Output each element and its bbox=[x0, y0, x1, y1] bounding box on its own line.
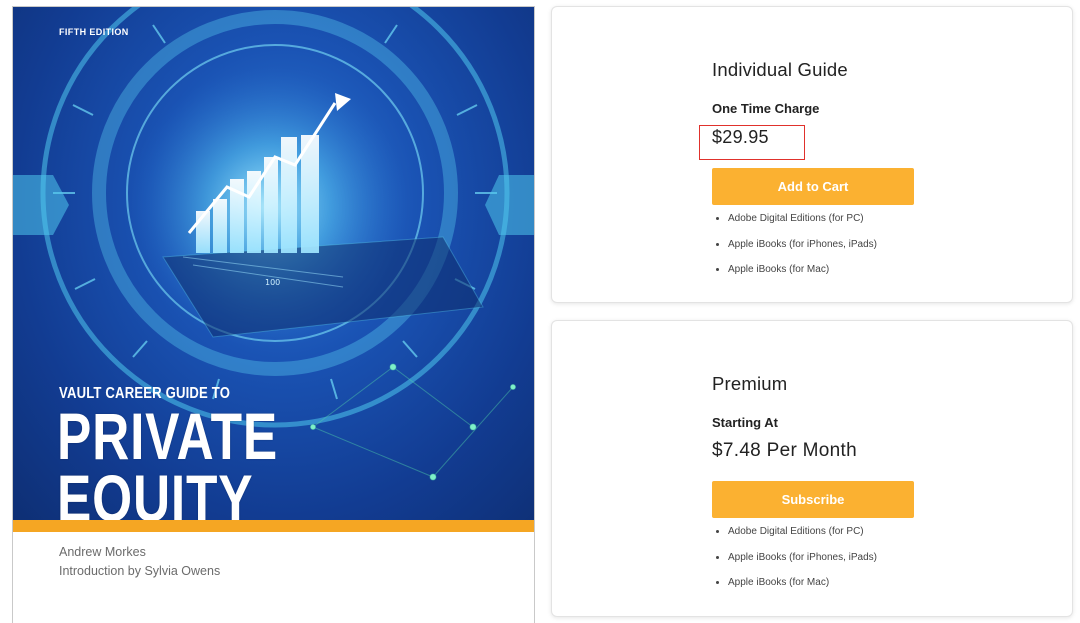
book-title-line-2: EQUITY bbox=[57, 461, 254, 520]
book-cover: 100 FIFTH EDITION VAULT CAREER GUIDE TO … bbox=[12, 6, 535, 623]
chart-axis-label: 100 bbox=[265, 278, 280, 287]
list-item: Apple iBooks (for iPhones, iPads) bbox=[716, 552, 877, 578]
edition-label: FIFTH EDITION bbox=[59, 27, 129, 37]
plan-title: Premium bbox=[712, 373, 788, 394]
list-item: Adobe Digital Editions (for PC) bbox=[716, 213, 877, 239]
plan-subtitle: One Time Charge bbox=[712, 101, 820, 116]
list-item: Adobe Digital Editions (for PC) bbox=[716, 526, 877, 552]
plan-price: $7.48 Per Month bbox=[712, 440, 857, 461]
product-page: 100 FIFTH EDITION VAULT CAREER GUIDE TO … bbox=[0, 0, 1080, 623]
plan-price: $29.95 bbox=[712, 127, 769, 147]
subscribe-button[interactable]: Subscribe bbox=[712, 481, 914, 518]
plan-title: Individual Guide bbox=[712, 59, 848, 80]
add-to-cart-button[interactable]: Add to Cart bbox=[712, 168, 914, 205]
cover-artwork: 100 FIFTH EDITION VAULT CAREER GUIDE TO … bbox=[13, 7, 534, 520]
format-list: Adobe Digital Editions (for PC) Apple iB… bbox=[716, 213, 877, 290]
author-name: Andrew Morkes bbox=[59, 545, 146, 559]
introduction-credit: Introduction by Sylvia Owens bbox=[59, 564, 221, 578]
plan-subtitle: Starting At bbox=[712, 415, 778, 430]
format-list: Adobe Digital Editions (for PC) Apple iB… bbox=[716, 526, 877, 603]
plan-card-individual: Individual Guide One Time Charge $29.95 … bbox=[551, 6, 1073, 303]
list-item: Apple iBooks (for Mac) bbox=[716, 264, 877, 290]
list-item: Apple iBooks (for iPhones, iPads) bbox=[716, 239, 877, 265]
list-item: Apple iBooks (for Mac) bbox=[716, 577, 877, 603]
book-title-line-1: PRIVATE bbox=[57, 399, 278, 473]
cover-accent-band bbox=[13, 520, 534, 532]
plan-card-premium: Premium Starting At $7.48 Per Month Subs… bbox=[551, 320, 1073, 617]
